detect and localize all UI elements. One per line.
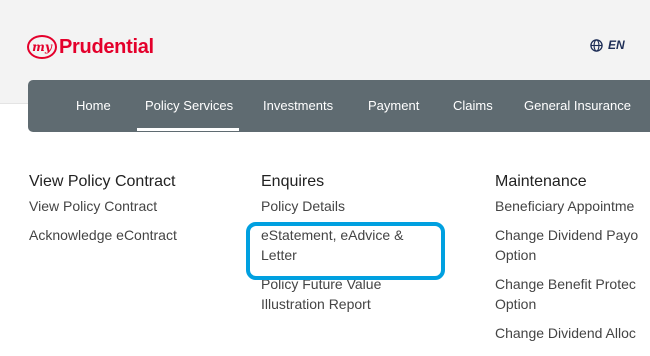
column-heading: Maintenance (495, 173, 587, 190)
active-tab-indicator (137, 128, 239, 131)
link-text-line2: Option (495, 247, 537, 263)
highlight-box (246, 222, 445, 280)
nav-investments[interactable]: Investments (263, 80, 333, 132)
link-text: View Policy Contract (29, 198, 158, 214)
logo-my-mark: my (27, 35, 57, 59)
link-text: Change Benefit Protec (495, 276, 636, 292)
nav-general-insurance[interactable]: General Insurance (524, 80, 631, 132)
link-text-line2: Illustration Report (261, 296, 371, 312)
logo-brand-text: Prudential (59, 35, 154, 58)
nav-claims[interactable]: Claims (453, 80, 493, 132)
link-text: Beneficiary Appointme (495, 198, 635, 214)
language-selector[interactable]: EN (590, 38, 625, 52)
globe-icon (590, 38, 603, 52)
link-view-policy-contract[interactable]: View Policy Contract (29, 196, 177, 216)
link-policy-details[interactable]: Policy Details (261, 196, 403, 216)
nav-policy-services[interactable]: Policy Services (145, 80, 233, 132)
menu-column-view-policy-contract: View Policy Contract View Policy Contrac… (29, 173, 177, 254)
link-text: Change Dividend Alloc (495, 325, 636, 341)
link-acknowledge-econtract[interactable]: Acknowledge eContract (29, 225, 177, 245)
nav-home[interactable]: Home (76, 80, 111, 132)
link-policy-future-value-report[interactable]: Policy Future Value Illustration Report (261, 274, 403, 314)
link-text: Change Dividend Payo (495, 227, 639, 243)
language-label: EN (608, 38, 625, 52)
link-text-line2: Option (495, 296, 537, 312)
myprudential-logo[interactable]: my Prudential (27, 34, 154, 60)
link-text: Policy Details (261, 198, 346, 214)
link-change-dividend-allocation[interactable]: Change Dividend Alloc (495, 323, 638, 343)
nav-payment[interactable]: Payment (368, 80, 419, 132)
link-beneficiary-appointment[interactable]: Beneficiary Appointme (495, 196, 638, 216)
menu-column-maintenance: Maintenance Beneficiary Appointme Change… (495, 173, 638, 352)
column-heading: Enquires (261, 173, 325, 190)
link-change-dividend-payout-option[interactable]: Change Dividend Payo Option (495, 225, 638, 265)
link-text: Acknowledge eContract (29, 227, 177, 243)
link-change-benefit-protection-option[interactable]: Change Benefit Protec Option (495, 274, 638, 314)
column-heading: View Policy Contract (29, 173, 176, 190)
main-navigation: Home Policy Services Investments Payment… (28, 80, 650, 132)
